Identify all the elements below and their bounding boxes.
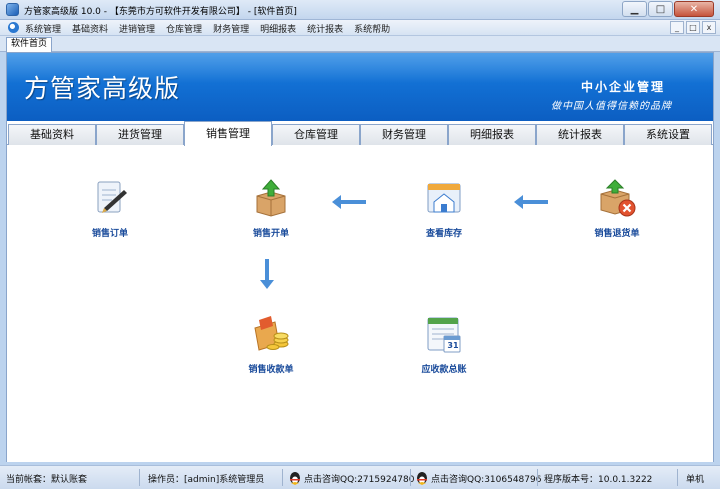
banner-tagline: 做中国人值得信赖的品牌 xyxy=(551,101,672,112)
tab-system-settings[interactable]: 系统设置 xyxy=(624,124,712,145)
stock-query-node[interactable]: 查看库存 xyxy=(404,178,484,239)
sales-receipt-node[interactable]: 销售收款单 xyxy=(231,314,311,375)
mdi-restore-button[interactable]: □ xyxy=(686,21,700,34)
sales-flow-chart: 销售订单 销售开单 查看库存 销售退货单 销售收款单 31 应收款总账 xyxy=(7,146,713,462)
menu-detail-reports[interactable]: 明细报表 xyxy=(260,22,296,35)
receivables-ledger-label: 应收款总账 xyxy=(421,365,467,375)
menu-stat-reports[interactable]: 统计报表 xyxy=(307,22,343,35)
menu-purchase-sales[interactable]: 进销管理 xyxy=(119,22,155,35)
window-controls: ▁ □ ✕ xyxy=(621,1,714,17)
app-icon xyxy=(6,3,19,16)
tab-finance[interactable]: 财务管理 xyxy=(360,124,448,145)
menu-bar: 系统管理 基础资料 进销管理 仓库管理 财务管理 明细报表 统计报表 系统帮助 … xyxy=(0,20,720,36)
qq-penguin-icon[interactable] xyxy=(416,470,428,485)
sales-order-label: 销售订单 xyxy=(91,229,128,239)
ledger-calendar-icon: 31 xyxy=(424,314,464,354)
arrow-invoice-to-receipt xyxy=(260,259,274,289)
minimize-button[interactable]: ▁ xyxy=(622,1,647,17)
module-tabs: 基础资料 进货管理 销售管理 仓库管理 财务管理 明细报表 统计报表 系统设置 xyxy=(7,121,713,146)
close-button[interactable]: ✕ xyxy=(674,1,714,17)
maximize-button[interactable]: □ xyxy=(648,1,673,17)
box-out-icon xyxy=(251,178,291,218)
menu-help[interactable]: 系统帮助 xyxy=(354,22,390,35)
calendar-day: 31 xyxy=(447,341,459,350)
sales-return-label: 销售退货单 xyxy=(594,229,640,239)
coins-icon xyxy=(251,314,291,354)
document-tab-strip: 软件首页 xyxy=(0,36,720,52)
brand-title: 方管家高级版 xyxy=(24,74,181,103)
mdi-minimize-button[interactable]: _ xyxy=(670,21,684,34)
tab-purchase[interactable]: 进货管理 xyxy=(96,124,184,145)
menu-system[interactable]: 系统管理 xyxy=(25,22,61,35)
sales-return-node[interactable]: 销售退货单 xyxy=(577,178,657,239)
home-panel: 方管家高级版 中小企业管理 做中国人值得信赖的品牌 基础资料 进货管理 销售管理… xyxy=(6,52,714,462)
arrow-stock-to-invoice xyxy=(332,195,366,209)
banner: 方管家高级版 中小企业管理 做中国人值得信赖的品牌 xyxy=(7,53,713,121)
tab-basic-data[interactable]: 基础资料 xyxy=(8,124,96,145)
menu-basic-data[interactable]: 基础资料 xyxy=(72,22,108,35)
tab-stat-reports[interactable]: 统计报表 xyxy=(536,124,624,145)
app-menu-icon[interactable] xyxy=(8,22,19,33)
tab-detail-reports[interactable]: 明细报表 xyxy=(448,124,536,145)
warehouse-icon xyxy=(424,178,464,218)
banner-slogan: 中小企业管理 xyxy=(581,80,666,94)
menu-warehouse[interactable]: 仓库管理 xyxy=(166,22,202,35)
tab-home[interactable]: 软件首页 xyxy=(6,37,53,52)
sales-invoice-label: 销售开单 xyxy=(252,229,289,239)
status-account: 当前帐套：默认账套 xyxy=(6,475,88,485)
mdi-controls: _ □ x xyxy=(668,21,716,34)
sales-order-node[interactable]: 销售订单 xyxy=(70,178,150,239)
status-version: 程序版本号：10.0.1.3222 xyxy=(544,475,653,485)
stock-query-label: 查看库存 xyxy=(425,229,462,239)
order-document-icon xyxy=(90,178,130,218)
tab-sales[interactable]: 销售管理 xyxy=(184,121,272,146)
menu-finance[interactable]: 财务管理 xyxy=(213,22,249,35)
sales-receipt-label: 销售收款单 xyxy=(248,365,294,375)
return-box-icon xyxy=(597,178,637,218)
arrow-return-to-stock xyxy=(514,195,548,209)
sales-invoice-node[interactable]: 销售开单 xyxy=(231,178,311,239)
title-bar: 方管家高级版 10.0 - 【东莞市方可软件开发有限公司】 - [软件首页] ▁… xyxy=(0,0,720,20)
mdi-close-button[interactable]: x xyxy=(702,21,716,34)
window-title: 方管家高级版 10.0 - 【东莞市方可软件开发有限公司】 - [软件首页] xyxy=(24,7,297,17)
qq-consult-link-1[interactable]: 点击咨询QQ:2715924780 xyxy=(304,472,414,485)
receivables-ledger-node[interactable]: 31 应收款总账 xyxy=(404,314,484,375)
status-mode: 单机 xyxy=(686,475,705,485)
tab-warehouse[interactable]: 仓库管理 xyxy=(272,124,360,145)
status-bar: 当前帐套：默认账套 操作员：[admin]系统管理员 点击咨询QQ:271592… xyxy=(0,465,720,489)
status-operator: 操作员：[admin]系统管理员 xyxy=(148,475,265,485)
qq-consult-link-2[interactable]: 点击咨询QQ:3106548796 xyxy=(431,472,541,485)
qq-penguin-icon[interactable] xyxy=(289,470,301,485)
